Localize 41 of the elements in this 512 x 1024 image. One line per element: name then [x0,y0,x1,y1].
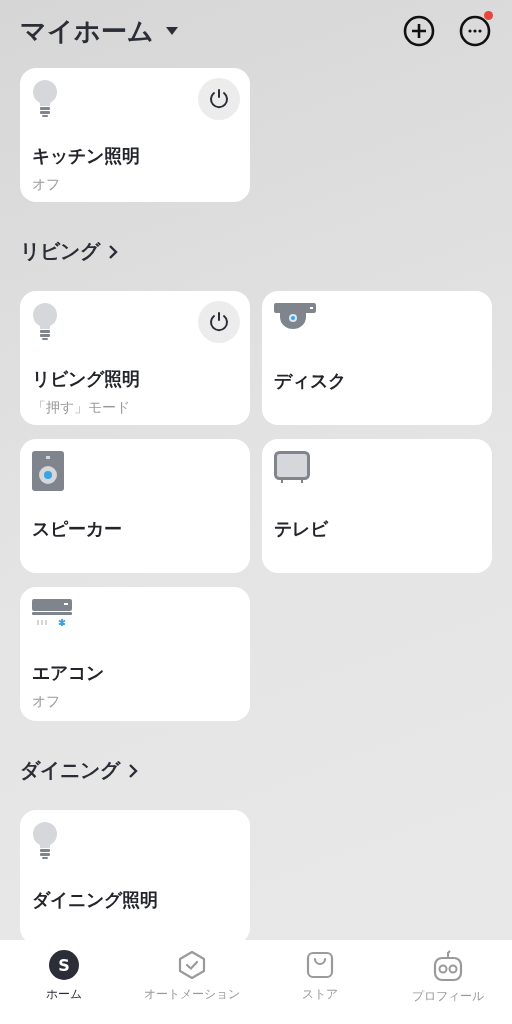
device-name: キッチン照明 [32,144,141,168]
add-button[interactable] [402,14,436,48]
device-card[interactable]: キッチン照明 オフ [20,68,250,202]
device-name: リビング照明 [32,367,141,391]
bag-icon [305,950,335,980]
chevron-right-icon [128,762,138,779]
device-card[interactable]: スピーカー [20,439,250,573]
power-icon [208,311,230,333]
nav-tab[interactable]: S ホーム [0,940,128,1024]
power-button[interactable] [198,78,240,120]
device-status: オフ [32,693,61,711]
speaker-icon [32,451,64,491]
device-name: ディスク [274,369,347,393]
device-name: エアコン [32,661,105,685]
check-hexagon-icon [177,950,207,980]
device-card[interactable]: テレビ [262,439,492,573]
tv-icon [274,451,310,483]
light-bulb-icon [32,822,58,860]
device-card[interactable]: リビング照明 「押す」モード [20,291,250,425]
device-name: スピーカー [32,517,123,541]
device-card[interactable]: ダイニング照明 [20,810,250,940]
power-button[interactable] [198,301,240,343]
camera-icon [274,303,316,329]
chevron-right-icon [108,243,118,260]
room-header[interactable]: ダイニング [20,757,138,784]
device-name: テレビ [274,517,330,541]
more-button[interactable] [458,14,492,48]
home-title[interactable]: マイホーム [20,13,154,49]
device-status: オフ [32,176,61,194]
device-card[interactable]: エアコン オフ [20,587,250,721]
home-icon: S [49,950,79,980]
caret-icon[interactable] [166,27,178,35]
light-bulb-icon [32,80,58,118]
device-card[interactable]: ディスク [262,291,492,425]
device-status: 「押す」モード [32,399,131,417]
robot-icon [433,950,463,982]
light-bulb-icon [32,303,58,341]
room-header[interactable]: リビング [20,238,118,265]
air-conditioner-icon [32,599,72,629]
power-icon [208,88,230,110]
device-name: ダイニング照明 [32,888,159,912]
